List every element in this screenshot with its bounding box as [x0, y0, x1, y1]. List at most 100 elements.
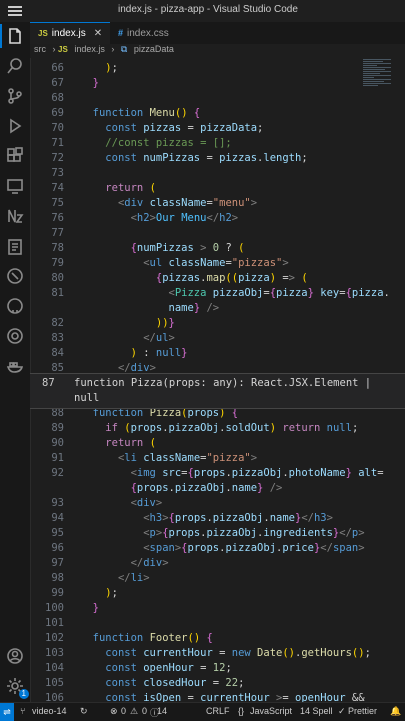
code-line[interactable]: 84 ) : null}	[30, 346, 405, 361]
code-line[interactable]: 83 </ul>	[30, 331, 405, 346]
code-text[interactable]: function Footer() {	[80, 631, 213, 646]
code-line[interactable]: 66 );	[30, 61, 405, 76]
code-line[interactable]: 77	[30, 226, 405, 241]
code-line[interactable]: 102 function Footer() {	[30, 631, 405, 646]
code-text[interactable]: const isOpen = currentHour >= openHour &…	[80, 691, 364, 702]
code-line[interactable]: 99 );	[30, 586, 405, 601]
code-line[interactable]: 106 const isOpen = currentHour >= openHo…	[30, 691, 405, 702]
code-line[interactable]: 69 function Menu() {	[30, 106, 405, 121]
tab-index-js[interactable]: JS index.js ✕	[30, 22, 110, 44]
code-text[interactable]: </ul>	[80, 331, 175, 346]
breadcrumb-item-src[interactable]: src	[34, 44, 46, 54]
menu-icon[interactable]	[8, 4, 22, 18]
code-line[interactable]: {props.pizzaObj.name} />	[30, 481, 405, 496]
code-line[interactable]: 72 const numPizzas = pizzas.length;	[30, 151, 405, 166]
source-control-icon[interactable]	[5, 86, 25, 106]
code-line[interactable]: 68	[30, 91, 405, 106]
code-text[interactable]: return (	[80, 436, 156, 451]
code-text[interactable]: <h2>Our Menu</h2>	[80, 211, 239, 226]
code-text[interactable]: <p>{props.pizzaObj.ingredients}</p>	[80, 526, 364, 541]
code-text[interactable]: <ul className="pizzas">	[80, 256, 288, 271]
code-text[interactable]: ) : null}	[80, 346, 188, 361]
code-text[interactable]: <Pizza pizzaObj={pizza} key={pizza.	[80, 286, 390, 301]
info-count[interactable]: 14	[157, 706, 167, 716]
sync-icon[interactable]: ↻	[80, 706, 88, 717]
explorer-icon[interactable]	[0, 24, 25, 48]
code-text[interactable]: const currentHour = new Date().getHours(…	[80, 646, 371, 661]
warnings-icon[interactable]: ⚠	[130, 706, 138, 717]
code-text[interactable]: );	[80, 61, 118, 76]
notifications-icon[interactable]: 🔔	[390, 706, 401, 717]
extensions-icon[interactable]	[5, 146, 25, 166]
code-text[interactable]: <span>{props.pizzaObj.price}</span>	[80, 541, 364, 556]
code-text[interactable]: name} />	[80, 301, 220, 316]
git-branch[interactable]: video-14	[32, 706, 67, 716]
code-text[interactable]: //const pizzas = [];	[80, 136, 231, 151]
code-line[interactable]: 96 <span>{props.pizzaObj.price}</span>	[30, 541, 405, 556]
code-line[interactable]: 89 if (props.pizzaObj.soldOut) return nu…	[30, 421, 405, 436]
code-text[interactable]: {props.pizzaObj.name} />	[80, 481, 283, 496]
close-icon[interactable]: ✕	[94, 28, 102, 39]
clipboard-icon[interactable]	[5, 236, 25, 256]
breadcrumb-item-symbol[interactable]: pizzaData	[134, 44, 174, 54]
code-text[interactable]: {pizzas.map((pizza) => (	[80, 271, 308, 286]
code-line[interactable]: 67 }	[30, 76, 405, 91]
run-debug-icon[interactable]	[5, 116, 25, 136]
code-line[interactable]: 105 const closedHour = 22;	[30, 676, 405, 691]
code-text[interactable]: <div>	[80, 496, 163, 511]
code-text[interactable]: }	[80, 76, 99, 91]
warning-count[interactable]: 0	[142, 706, 147, 716]
remote-indicator-icon[interactable]: ⇌	[0, 703, 14, 721]
settings-sync-icon[interactable]	[5, 326, 25, 346]
prettier-status[interactable]: Prettier	[348, 706, 377, 716]
manage-gear-icon[interactable]: 1	[5, 676, 29, 699]
account-icon[interactable]	[5, 646, 25, 666]
code-text[interactable]: <img src={props.pizzaObj.photoName} alt=	[80, 466, 384, 481]
code-text[interactable]: </li>	[80, 571, 150, 586]
code-line[interactable]: 91 <li className="pizza">	[30, 451, 405, 466]
code-text[interactable]: const closedHour = 22;	[80, 676, 244, 691]
code-line[interactable]: 101	[30, 616, 405, 631]
code-line[interactable]: 79 <ul className="pizzas">	[30, 256, 405, 271]
code-text[interactable]: }	[80, 601, 99, 616]
code-text[interactable]: <div className="menu">	[80, 196, 257, 211]
testing-icon[interactable]	[5, 266, 25, 286]
code-text[interactable]: <li className="pizza">	[80, 451, 257, 466]
code-text[interactable]: {numPizzas > 0 ? (	[80, 241, 245, 256]
code-line[interactable]: 71 //const pizzas = [];	[30, 136, 405, 151]
code-line[interactable]: 76 <h2>Our Menu</h2>	[30, 211, 405, 226]
code-line[interactable]: 82 ))}	[30, 316, 405, 331]
code-line[interactable]: 80 {pizzas.map((pizza) => (	[30, 271, 405, 286]
tab-index-css[interactable]: # index.css	[110, 22, 190, 44]
code-text[interactable]: if (props.pizzaObj.soldOut) return null;	[80, 421, 358, 436]
code-line[interactable]: 78 {numPizzas > 0 ? (	[30, 241, 405, 256]
code-line[interactable]: 90 return (	[30, 436, 405, 451]
code-line[interactable]: 103 const currentHour = new Date().getHo…	[30, 646, 405, 661]
spell-check[interactable]: 14 Spell	[300, 706, 333, 716]
code-text[interactable]: function Menu() {	[80, 106, 201, 121]
code-text[interactable]: ))}	[80, 316, 175, 331]
code-text[interactable]: return (	[80, 181, 156, 196]
code-line[interactable]: 81 <Pizza pizzaObj={pizza} key={pizza.	[30, 286, 405, 301]
code-line[interactable]: name} />	[30, 301, 405, 316]
search-icon[interactable]	[5, 56, 25, 76]
code-line[interactable]: 73	[30, 166, 405, 181]
code-line[interactable]: 104 const openHour = 12;	[30, 661, 405, 676]
github-icon[interactable]	[5, 296, 25, 316]
code-line[interactable]: 94 <h3>{props.pizzaObj.name}</h3>	[30, 511, 405, 526]
code-line[interactable]: 97 </div>	[30, 556, 405, 571]
error-count[interactable]: 0	[121, 706, 126, 716]
code-line[interactable]: 95 <p>{props.pizzaObj.ingredients}</p>	[30, 526, 405, 541]
code-text[interactable]: </div>	[80, 556, 169, 571]
code-line[interactable]: 100 }	[30, 601, 405, 616]
code-line[interactable]: 92 <img src={props.pizzaObj.photoName} a…	[30, 466, 405, 481]
code-line[interactable]: 75 <div className="menu">	[30, 196, 405, 211]
code-text[interactable]: const pizzas = pizzaData;	[80, 121, 263, 136]
code-text[interactable]: const openHour = 12;	[80, 661, 231, 676]
remote-explorer-icon[interactable]	[5, 176, 25, 196]
code-line[interactable]: 74 return (	[30, 181, 405, 196]
code-text[interactable]: const numPizzas = pizzas.length;	[80, 151, 307, 166]
language-mode[interactable]: JavaScript	[250, 706, 292, 716]
code-line[interactable]: 98 </li>	[30, 571, 405, 586]
code-editor[interactable]: 66 ); 67 } 68 69 function Menu() {70 const …	[30, 58, 405, 702]
